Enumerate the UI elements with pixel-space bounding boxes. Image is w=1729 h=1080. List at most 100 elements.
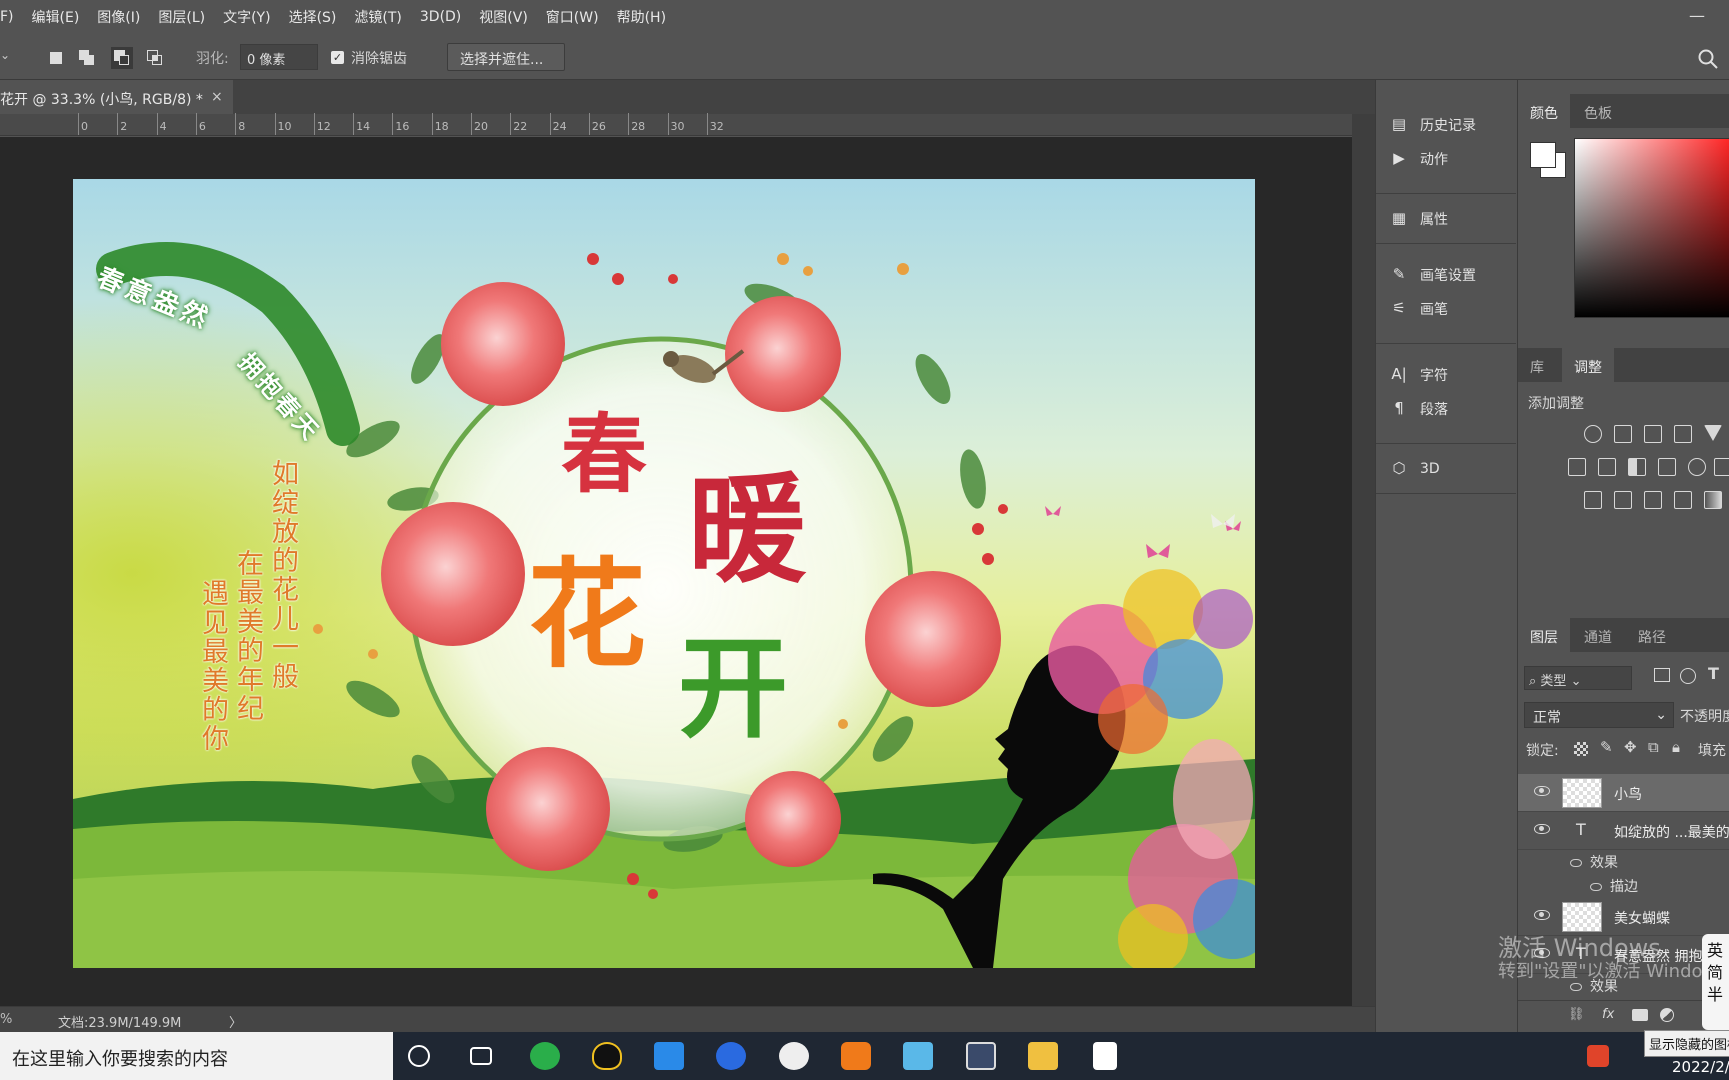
- color-lookup-icon[interactable]: [1714, 458, 1729, 476]
- tab-adjustments[interactable]: 调整: [1562, 348, 1614, 382]
- menu-3d[interactable]: 3D(D): [411, 9, 470, 25]
- filter-adjust-icon[interactable]: [1680, 668, 1696, 684]
- new-fill-layer-icon[interactable]: [1660, 1008, 1674, 1022]
- visibility-eye-icon[interactable]: [1590, 883, 1602, 891]
- filter-type-icon[interactable]: T: [1708, 664, 1719, 683]
- taskbar-search-box[interactable]: 在这里输入你要搜索的内容: [0, 1032, 393, 1080]
- document-canvas[interactable]: 春意盎然 拥抱春天 如绽放的花儿一般 在最美的年纪 遇见最美的你 春 暖 花 开: [73, 179, 1255, 968]
- menu-help[interactable]: 帮助(H): [608, 7, 675, 27]
- vertical-scrollbar[interactable]: [1352, 114, 1375, 1006]
- ime-width[interactable]: 半: [1707, 984, 1729, 1006]
- close-icon[interactable]: ×: [211, 89, 223, 105]
- ime-mode[interactable]: 简: [1707, 962, 1729, 984]
- panda-app-icon[interactable]: [779, 1042, 809, 1070]
- feather-input[interactable]: 0 像素: [240, 44, 318, 70]
- document-app-icon[interactable]: [1093, 1042, 1117, 1070]
- levels-icon[interactable]: [1614, 425, 1632, 443]
- layer-effects-row[interactable]: 效果: [1570, 852, 1618, 874]
- exposure-icon[interactable]: [1674, 425, 1692, 443]
- zoom-level[interactable]: %: [0, 1012, 12, 1027]
- curves-icon[interactable]: [1644, 425, 1662, 443]
- taskbar-date[interactable]: 2022/2/: [1672, 1058, 1729, 1076]
- posterize-icon[interactable]: [1614, 491, 1632, 509]
- menu-window[interactable]: 窗口(W): [537, 7, 608, 27]
- tab-paths[interactable]: 路径: [1626, 618, 1678, 652]
- lock-all-icon[interactable]: 🔒︎: [1672, 738, 1680, 756]
- menu-image[interactable]: 图像(I): [88, 7, 149, 27]
- vibrance-icon[interactable]: [1704, 425, 1722, 441]
- subtract-selection-icon[interactable]: [111, 47, 133, 69]
- bilibili-icon[interactable]: [966, 1042, 996, 1070]
- invert-icon[interactable]: [1584, 491, 1602, 509]
- sogou-ime-icon[interactable]: [1587, 1045, 1609, 1067]
- qq-icon[interactable]: [592, 1042, 622, 1070]
- browser-icon[interactable]: [716, 1042, 746, 1070]
- menu-file[interactable]: F): [0, 9, 23, 25]
- lock-position-icon[interactable]: ✥: [1624, 738, 1637, 756]
- intersect-selection-icon[interactable]: [146, 49, 164, 67]
- visibility-eye-icon[interactable]: [1534, 786, 1550, 796]
- menu-view[interactable]: 视图(V): [470, 7, 537, 27]
- gradient-map-icon[interactable]: [1704, 491, 1722, 509]
- wechat-icon[interactable]: [530, 1042, 560, 1070]
- tab-color[interactable]: 颜色: [1518, 94, 1570, 128]
- search-icon[interactable]: [1697, 48, 1719, 70]
- foreground-color-swatch[interactable]: [1530, 142, 1556, 168]
- cortana-icon[interactable]: [408, 1045, 430, 1067]
- panel-actions[interactable]: ▶ 动作: [1388, 148, 1448, 170]
- ime-status-popup[interactable]: 英 简 半: [1702, 934, 1729, 1030]
- color-picker-field[interactable]: [1574, 138, 1729, 318]
- selective-color-icon[interactable]: [1674, 491, 1692, 509]
- add-selection-icon[interactable]: [78, 49, 96, 67]
- lock-pixels-icon[interactable]: ✎: [1600, 738, 1613, 756]
- menu-filter[interactable]: 滤镜(T): [345, 7, 410, 27]
- visibility-eye-icon[interactable]: [1570, 983, 1582, 991]
- blend-mode-dropdown[interactable]: 正常 ⌄: [1524, 702, 1674, 728]
- tool-preset-dropdown[interactable]: ⌄: [0, 48, 10, 62]
- panel-brush[interactable]: ⚟ 画笔: [1388, 298, 1448, 320]
- tab-swatches[interactable]: 色板: [1572, 94, 1624, 128]
- panel-history[interactable]: ▤ 历史记录: [1388, 114, 1476, 136]
- orange-app-icon[interactable]: [841, 1042, 871, 1070]
- canvas-workspace[interactable]: 春意盎然 拥抱春天 如绽放的花儿一般 在最美的年纪 遇见最美的你 春 暖 花 开: [0, 137, 1352, 1006]
- select-and-mask-button[interactable]: 选择并遮住...: [447, 43, 565, 71]
- panel-character[interactable]: A| 字符: [1388, 364, 1448, 386]
- visibility-eye-icon[interactable]: [1534, 910, 1550, 920]
- lock-transparent-icon[interactable]: [1574, 742, 1588, 756]
- menu-edit[interactable]: 编辑(E): [23, 7, 89, 27]
- brightness-icon[interactable]: [1584, 425, 1602, 443]
- file-explorer-icon[interactable]: [1028, 1042, 1058, 1070]
- tab-libraries[interactable]: 库: [1518, 348, 1556, 382]
- visibility-eye-icon[interactable]: [1534, 824, 1550, 834]
- visibility-eye-icon[interactable]: [1570, 859, 1582, 867]
- tab-channels[interactable]: 通道: [1572, 618, 1624, 652]
- minimize-icon[interactable]: —: [1685, 6, 1709, 26]
- lock-artboard-icon[interactable]: ⧉: [1648, 738, 1659, 756]
- fx-icon[interactable]: fx: [1602, 1007, 1614, 1022]
- panel-paragraph[interactable]: ¶ 段落: [1388, 398, 1448, 420]
- panel-brush-settings[interactable]: ✎ 画笔设置: [1388, 264, 1476, 286]
- tab-layers[interactable]: 图层: [1518, 618, 1570, 652]
- hue-saturation-icon[interactable]: [1568, 458, 1586, 476]
- color-balance-icon[interactable]: [1598, 458, 1616, 476]
- ime-lang[interactable]: 英: [1707, 940, 1729, 962]
- new-selection-icon[interactable]: [48, 49, 66, 67]
- photo-filter-icon[interactable]: [1658, 458, 1676, 476]
- channel-mixer-icon[interactable]: [1688, 458, 1706, 476]
- link-layers-icon[interactable]: ⛓: [1568, 1007, 1585, 1022]
- status-menu-arrow[interactable]: 〉: [229, 1012, 242, 1031]
- baidu-netdisk-icon[interactable]: [654, 1042, 684, 1070]
- panel-properties[interactable]: ▦ 属性: [1388, 208, 1448, 230]
- panel-3d[interactable]: ⬡ 3D: [1388, 458, 1439, 480]
- add-mask-icon[interactable]: [1632, 1009, 1648, 1021]
- antialias-checkbox[interactable]: ✓: [331, 51, 344, 64]
- menu-select[interactable]: 选择(S): [280, 7, 346, 27]
- layer-row[interactable]: T 如绽放的 ...最美的你: [1518, 812, 1729, 850]
- black-white-icon[interactable]: [1628, 458, 1646, 476]
- filter-pixel-icon[interactable]: [1654, 668, 1670, 682]
- layer-filter-dropdown[interactable]: ⌕ 类型 ⌄: [1524, 666, 1632, 690]
- threshold-icon[interactable]: [1644, 491, 1662, 509]
- layer-effect-item[interactable]: 描边: [1590, 876, 1638, 898]
- menu-layer[interactable]: 图层(L): [149, 7, 214, 27]
- document-tab[interactable]: 花开 @ 33.3% (小鸟, RGB/8) *: [0, 80, 233, 114]
